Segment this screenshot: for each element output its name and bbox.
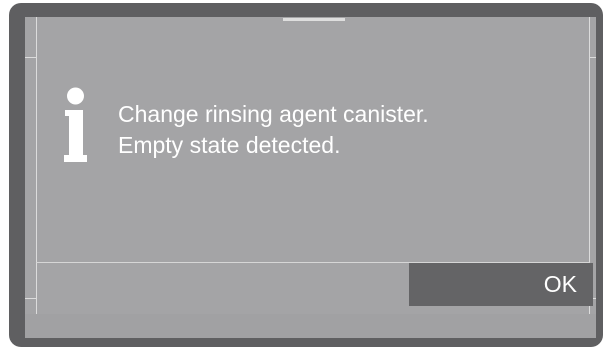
- guide-line: [36, 17, 37, 314]
- guide-line: [25, 57, 36, 58]
- bottom-strip: [25, 314, 596, 338]
- ok-button[interactable]: OK: [409, 263, 593, 306]
- dialog-message: Change rinsing agent canister. Empty sta…: [118, 99, 429, 161]
- message-line-1: Change rinsing agent canister.: [118, 101, 429, 127]
- message-line-2: Empty state detected.: [118, 132, 341, 158]
- info-icon: [64, 87, 87, 162]
- guide-line: [589, 57, 596, 58]
- scroll-indicator: [283, 18, 345, 21]
- display-screen: Change rinsing agent canister. Empty sta…: [25, 17, 596, 338]
- guide-line: [25, 298, 36, 299]
